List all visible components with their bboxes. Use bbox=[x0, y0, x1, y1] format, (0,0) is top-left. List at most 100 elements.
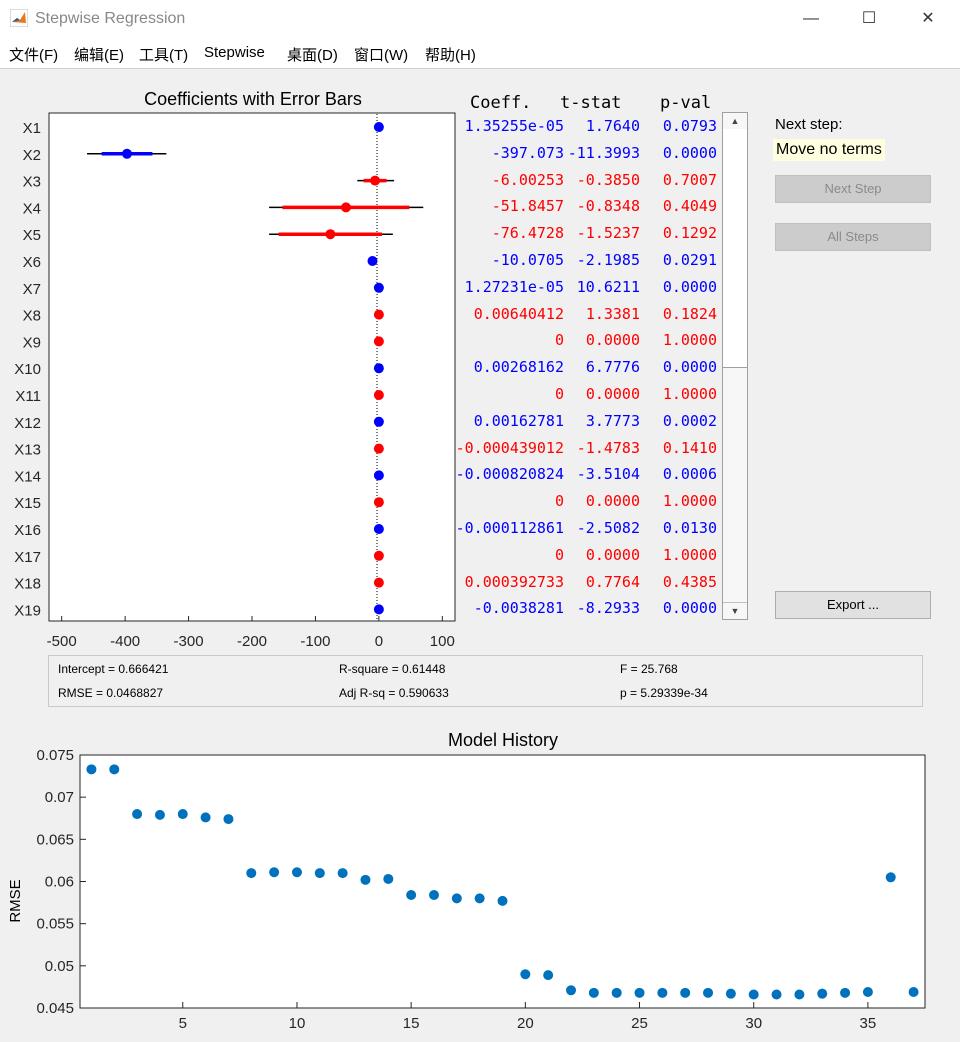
close-button[interactable]: ✕ bbox=[899, 0, 957, 38]
coef-point-x4[interactable] bbox=[340, 202, 351, 213]
history-point[interactable] bbox=[771, 989, 782, 1000]
history-point[interactable] bbox=[451, 893, 462, 904]
coef-xtick-label: 100 bbox=[430, 633, 455, 650]
next-step-value: Move no terms bbox=[773, 139, 885, 161]
history-point[interactable] bbox=[154, 809, 165, 820]
coef-table-row[interactable]: 0 0.0000 1.0000 bbox=[455, 546, 720, 566]
history-point[interactable] bbox=[862, 986, 873, 997]
history-point[interactable] bbox=[86, 764, 97, 775]
coef-table-row[interactable]: -6.00253 -0.3850 0.7007 bbox=[455, 171, 720, 191]
coef-point-x14[interactable] bbox=[373, 470, 384, 481]
history-point[interactable] bbox=[908, 986, 919, 997]
menu-desktop[interactable]: 桌面(D) bbox=[287, 44, 338, 65]
menu-edit[interactable]: 编辑(E) bbox=[74, 44, 124, 65]
history-point[interactable] bbox=[406, 889, 417, 900]
coef-point-x16[interactable] bbox=[373, 524, 384, 534]
pval-value: 0.0006 bbox=[662, 465, 717, 484]
coef-table-row[interactable]: 1.27231e-05 10.6211 0.0000 bbox=[455, 278, 720, 298]
history-point[interactable] bbox=[611, 987, 622, 998]
history-point[interactable] bbox=[657, 987, 668, 998]
coef-point-x17[interactable] bbox=[373, 550, 384, 561]
history-point[interactable] bbox=[566, 985, 577, 996]
coef-table-row[interactable]: 0 0.0000 1.0000 bbox=[455, 331, 720, 351]
history-point[interactable] bbox=[680, 987, 691, 998]
maximize-button[interactable]: ☐ bbox=[840, 0, 898, 38]
coef-point-x11[interactable] bbox=[373, 390, 384, 400]
menu-help[interactable]: 帮助(H) bbox=[425, 44, 476, 65]
model-stats-panel bbox=[48, 655, 923, 707]
history-point[interactable] bbox=[177, 809, 188, 820]
coef-table-row[interactable]: 1.35255e-05 1.7640 0.0793 bbox=[455, 117, 720, 137]
history-point[interactable] bbox=[428, 889, 439, 900]
coef-xtick-label: 0 bbox=[375, 633, 383, 650]
history-point[interactable] bbox=[223, 814, 234, 825]
coef-scrollbar[interactable]: ▲ ▼ bbox=[722, 112, 748, 620]
menu-file[interactable]: 文件(F) bbox=[9, 44, 58, 65]
history-point[interactable] bbox=[703, 987, 714, 998]
history-point[interactable] bbox=[885, 872, 896, 883]
history-point[interactable] bbox=[794, 989, 805, 1000]
menu-stepwise[interactable]: Stepwise bbox=[204, 44, 265, 61]
coef-point-x1[interactable] bbox=[373, 122, 384, 132]
history-point[interactable] bbox=[725, 988, 736, 999]
coef-xtick-label: -200 bbox=[237, 633, 267, 650]
history-ytick-label: 0.07 bbox=[45, 789, 74, 806]
coef-table-row[interactable]: 0.00640412 1.3381 0.1824 bbox=[455, 305, 720, 325]
history-point[interactable] bbox=[109, 764, 120, 775]
history-point[interactable] bbox=[588, 987, 599, 998]
coef-point-x15[interactable] bbox=[373, 497, 384, 508]
coef-point-x12[interactable] bbox=[373, 416, 384, 427]
coef-point-x18[interactable] bbox=[373, 577, 384, 588]
history-point[interactable] bbox=[246, 868, 257, 879]
history-point[interactable] bbox=[200, 812, 211, 823]
history-point[interactable] bbox=[383, 873, 394, 884]
history-point[interactable] bbox=[748, 989, 759, 1000]
coef-table-row[interactable]: 0.000392733 0.7764 0.4385 bbox=[455, 573, 720, 593]
history-point[interactable] bbox=[817, 988, 828, 999]
coef-table-row[interactable]: -397.073 -11.3993 0.0000 bbox=[455, 144, 720, 164]
history-point[interactable] bbox=[132, 809, 143, 820]
history-point[interactable] bbox=[474, 893, 485, 904]
scroll-thumb[interactable] bbox=[723, 129, 747, 368]
scroll-up-button[interactable]: ▲ bbox=[723, 113, 747, 130]
history-point[interactable] bbox=[269, 867, 280, 878]
coef-table-row[interactable]: -10.0705 -2.1985 0.0291 bbox=[455, 251, 720, 271]
next-step-button[interactable]: Next Step bbox=[775, 175, 931, 203]
coef-point-x19[interactable] bbox=[373, 604, 384, 615]
export-button[interactable]: Export ... bbox=[775, 591, 931, 619]
coef-point-x9[interactable] bbox=[373, 336, 384, 347]
coef-table-row[interactable]: -76.4728 -1.5237 0.1292 bbox=[455, 224, 720, 244]
coef-point-x5[interactable] bbox=[325, 229, 336, 240]
coef-point-x3[interactable] bbox=[370, 175, 381, 186]
coef-point-x6[interactable] bbox=[367, 256, 378, 266]
history-point[interactable] bbox=[520, 969, 531, 980]
coef-table-row[interactable]: -0.000820824 -3.5104 0.0006 bbox=[455, 465, 720, 485]
history-point[interactable] bbox=[291, 867, 302, 878]
scroll-down-button[interactable]: ▼ bbox=[723, 602, 747, 619]
menu-window[interactable]: 窗口(W) bbox=[354, 44, 408, 65]
coef-table-row[interactable]: -0.000112861 -2.5082 0.0130 bbox=[455, 519, 720, 539]
coef-table-row[interactable]: 0.00268162 6.7776 0.0000 bbox=[455, 358, 720, 378]
history-point[interactable] bbox=[314, 868, 325, 879]
coef-table-row[interactable]: 0 0.0000 1.0000 bbox=[455, 492, 720, 512]
coef-table-row[interactable]: -0.0038281 -8.2933 0.0000 bbox=[455, 599, 720, 619]
history-point[interactable] bbox=[337, 868, 348, 879]
history-point[interactable] bbox=[840, 987, 851, 998]
history-point[interactable] bbox=[634, 987, 645, 998]
coef-point-x7[interactable] bbox=[373, 282, 384, 293]
all-steps-button[interactable]: All Steps bbox=[775, 223, 931, 251]
menu-tools[interactable]: 工具(T) bbox=[139, 44, 188, 65]
coef-point-x2[interactable] bbox=[121, 148, 132, 159]
coef-table-row[interactable]: 0.00162781 3.7773 0.0002 bbox=[455, 412, 720, 432]
coef-point-x13[interactable] bbox=[373, 443, 384, 454]
minimize-button[interactable]: — bbox=[782, 0, 840, 38]
coef-table-row[interactable]: -0.000439012 -1.4783 0.1410 bbox=[455, 439, 720, 459]
coef-point-x8[interactable] bbox=[373, 309, 384, 320]
coef-table-row[interactable]: 0 0.0000 1.0000 bbox=[455, 385, 720, 405]
history-point[interactable] bbox=[497, 895, 508, 906]
coef-table-row[interactable]: -51.8457 -0.8348 0.4049 bbox=[455, 197, 720, 217]
history-point[interactable] bbox=[543, 970, 554, 981]
pval-value: 0.1824 bbox=[662, 304, 717, 323]
coef-point-x10[interactable] bbox=[373, 363, 384, 374]
history-point[interactable] bbox=[360, 874, 371, 885]
